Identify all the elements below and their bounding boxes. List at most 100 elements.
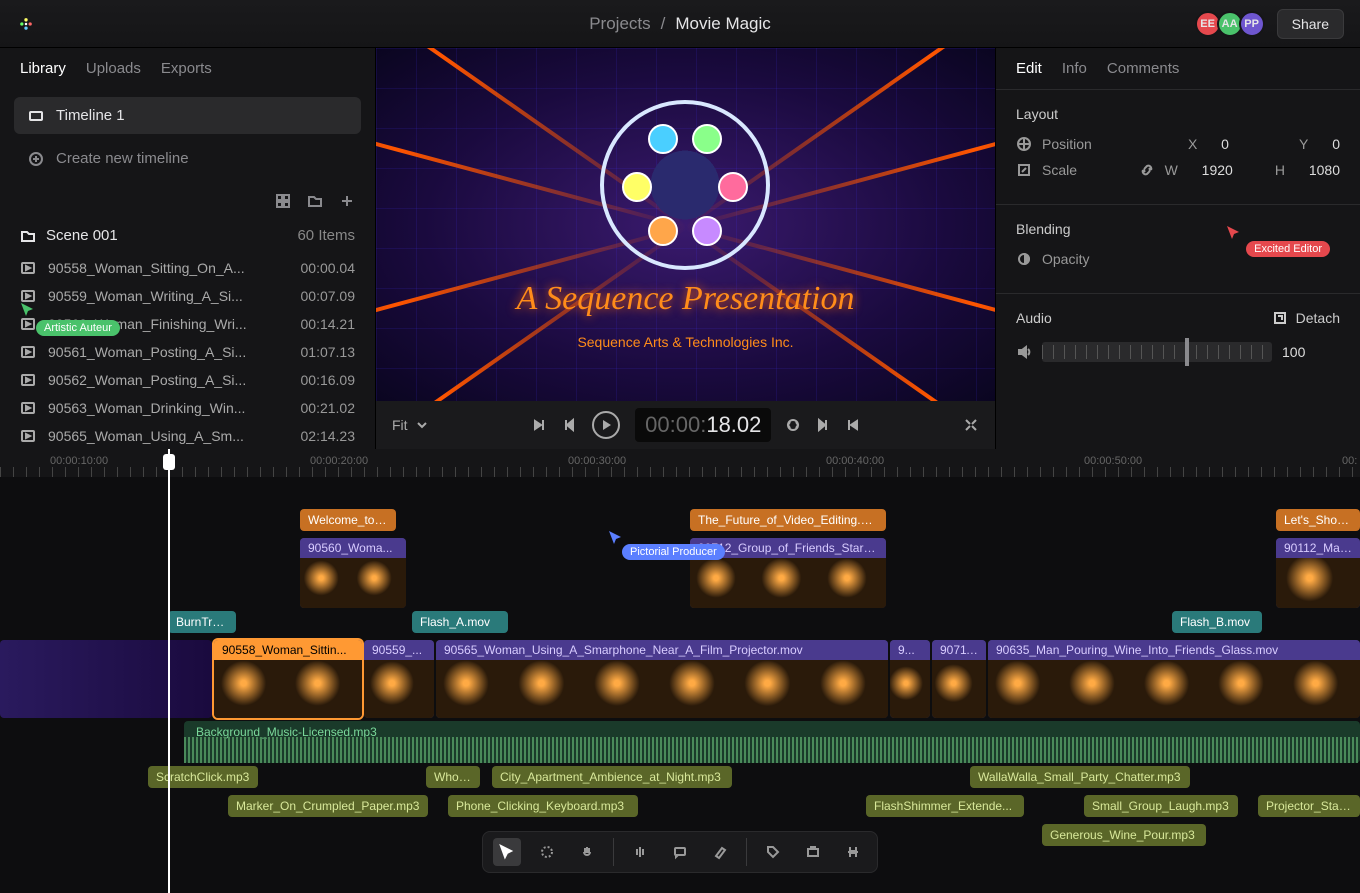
timeline-panel: 00:00:10:00 00:00:20:00 00:00:30:00 00:0…: [0, 449, 1360, 893]
preview-canvas[interactable]: A Sequence Presentation Sequence Arts & …: [376, 48, 995, 401]
folder-plus-icon[interactable]: [307, 193, 323, 209]
clip-sfx[interactable]: Projector_Start_U: [1258, 795, 1360, 817]
clip-video-selected[interactable]: 90558_Woman_Sittin...: [214, 640, 362, 718]
clip-sfx[interactable]: WallaWalla_Small_Party_Chatter.mp3: [970, 766, 1190, 788]
clip-video[interactable]: 90112_Man_M: [1276, 538, 1360, 608]
avatar-pp[interactable]: PP: [1239, 11, 1265, 37]
clip-overlay[interactable]: The_Future_of_Video_Editing.png: [690, 509, 886, 531]
opacity-icon: [1016, 251, 1032, 267]
folder-icon: [20, 228, 36, 244]
scale-icon: [1016, 162, 1032, 178]
clip-sfx[interactable]: City_Apartment_Ambience_at_Night.mp3: [492, 766, 732, 788]
playbar: Fit 00:00:18.02: [376, 401, 995, 449]
clip-sfx[interactable]: ScratchClick.mp3: [148, 766, 258, 788]
clip-overlay[interactable]: Let's_Show_Yo: [1276, 509, 1360, 531]
tab-info[interactable]: Info: [1062, 60, 1087, 77]
overlay-track: Welcome_to_S... The_Future_of_Video_Edit…: [0, 509, 1360, 535]
clip-overlay[interactable]: Welcome_to_S...: [300, 509, 396, 531]
list-item[interactable]: 90559_Woman_Writing_A_Si...00:07.09: [0, 282, 375, 310]
timeline-icon: [28, 108, 44, 124]
share-button[interactable]: Share: [1277, 9, 1344, 39]
scene-count: 60 Items: [297, 227, 355, 244]
clip-video[interactable]: 90560_Woma...: [300, 538, 406, 608]
clip-sfx[interactable]: Phone_Clicking_Keyboard.mp3: [448, 795, 638, 817]
tab-library[interactable]: Library: [20, 60, 66, 77]
list-item[interactable]: 90565_Woman_Using_A_Sm...02:14.23: [0, 422, 375, 449]
erase-tool[interactable]: [706, 838, 734, 866]
clip-sfx[interactable]: Marker_On_Crumpled_Paper.mp3: [228, 795, 428, 817]
play-icon[interactable]: [591, 410, 621, 440]
clip-fx[interactable]: Flash_A.mov: [412, 611, 508, 633]
split-tool[interactable]: [626, 838, 654, 866]
timecode[interactable]: 00:00:18.02: [635, 408, 771, 442]
list-item[interactable]: 90562_Woman_Posting_A_Si...00:16.09: [0, 366, 375, 394]
link-icon[interactable]: [1139, 162, 1155, 178]
scale-w[interactable]: 1920: [1202, 162, 1233, 178]
volume-icon: [1016, 344, 1032, 360]
detach-icon: [1272, 310, 1288, 326]
fit-select[interactable]: Fit: [392, 417, 430, 433]
breadcrumb-root[interactable]: Projects: [589, 14, 650, 34]
preview-area: A Sequence Presentation Sequence Arts & …: [376, 48, 995, 449]
list-item[interactable]: 90561_Woman_Posting_A_Si...01:07.13: [0, 338, 375, 366]
skip-forward-icon[interactable]: [845, 417, 861, 433]
clip-sfx[interactable]: Generous_Wine_Pour.mp3: [1042, 824, 1206, 846]
tab-uploads[interactable]: Uploads: [86, 60, 141, 77]
tab-edit[interactable]: Edit: [1016, 60, 1042, 77]
prev-frame-icon[interactable]: [561, 417, 577, 433]
list-item[interactable]: 90563_Woman_Drinking_Win...00:21.02: [0, 394, 375, 422]
volume-value[interactable]: 100: [1282, 344, 1305, 360]
fullscreen-icon[interactable]: [963, 417, 979, 433]
cursor-label-artistic: Artistic Auteur: [36, 320, 120, 336]
select-tool[interactable]: [493, 838, 521, 866]
video-icon: [20, 428, 36, 444]
position-label: Position: [1042, 136, 1178, 152]
clip-video[interactable]: 90559_...: [364, 640, 434, 718]
breadcrumb-sep: /: [661, 14, 666, 34]
create-timeline-button[interactable]: Create new timeline: [14, 140, 361, 177]
clip-fx[interactable]: Flash_B.mov: [1172, 611, 1262, 633]
titlebar: Projects / Movie Magic EE AA PP Share: [0, 0, 1360, 48]
shortcuts-tool[interactable]: [839, 838, 867, 866]
audio-track[interactable]: Background_Music-Licensed.mp3: [184, 721, 1360, 763]
cursor-icon: [608, 530, 624, 546]
video-icon: [20, 400, 36, 416]
detach-button[interactable]: Detach: [1272, 310, 1340, 326]
timeline-name: Timeline 1: [56, 107, 125, 124]
clip-video[interactable]: 90711...: [932, 640, 986, 718]
clip-video[interactable]: 90565_Woman_Using_A_Smarphone_Near_A_Fil…: [436, 640, 888, 718]
position-y[interactable]: 0: [1332, 136, 1340, 152]
tag-tool[interactable]: [759, 838, 787, 866]
position-x[interactable]: 0: [1221, 136, 1229, 152]
lasso-tool[interactable]: [533, 838, 561, 866]
clip-video[interactable]: 9...: [890, 640, 930, 718]
hand-tool[interactable]: [573, 838, 601, 866]
next-frame-icon[interactable]: [815, 417, 831, 433]
volume-slider[interactable]: [1042, 342, 1272, 362]
timeline-row[interactable]: Timeline 1: [14, 97, 361, 134]
clip-sfx[interactable]: Whoos...: [426, 766, 480, 788]
list-item[interactable]: 90558_Woman_Sitting_On_A...00:00.04: [0, 254, 375, 282]
clip-sfx[interactable]: Small_Group_Laugh.mp3: [1084, 795, 1238, 817]
ruler[interactable]: 00:00:10:00 00:00:20:00 00:00:30:00 00:0…: [0, 449, 1360, 477]
tab-comments[interactable]: Comments: [1107, 60, 1180, 77]
loop-icon[interactable]: [785, 417, 801, 433]
cursor-icon: [1226, 225, 1242, 241]
grid-view-icon[interactable]: [275, 193, 291, 209]
clip-video[interactable]: [0, 640, 212, 718]
media-tool[interactable]: [799, 838, 827, 866]
playhead[interactable]: [168, 449, 170, 893]
skip-back-icon[interactable]: [531, 417, 547, 433]
clip-fx[interactable]: BurnTra...: [168, 611, 236, 633]
plus-icon[interactable]: [339, 193, 355, 209]
inspector: Edit Info Comments Layout Position X 0 Y…: [995, 48, 1360, 449]
video-icon: [20, 344, 36, 360]
tool-bar: [482, 831, 878, 873]
clip-video[interactable]: 90635_Man_Pouring_Wine_Into_Friends_Glas…: [988, 640, 1360, 718]
comment-tool[interactable]: [666, 838, 694, 866]
scale-h[interactable]: 1080: [1309, 162, 1340, 178]
breadcrumb: Projects / Movie Magic: [589, 14, 771, 34]
tab-exports[interactable]: Exports: [161, 60, 212, 77]
app-icon: [16, 14, 36, 34]
clip-sfx[interactable]: FlashShimmer_Extende...: [866, 795, 1024, 817]
